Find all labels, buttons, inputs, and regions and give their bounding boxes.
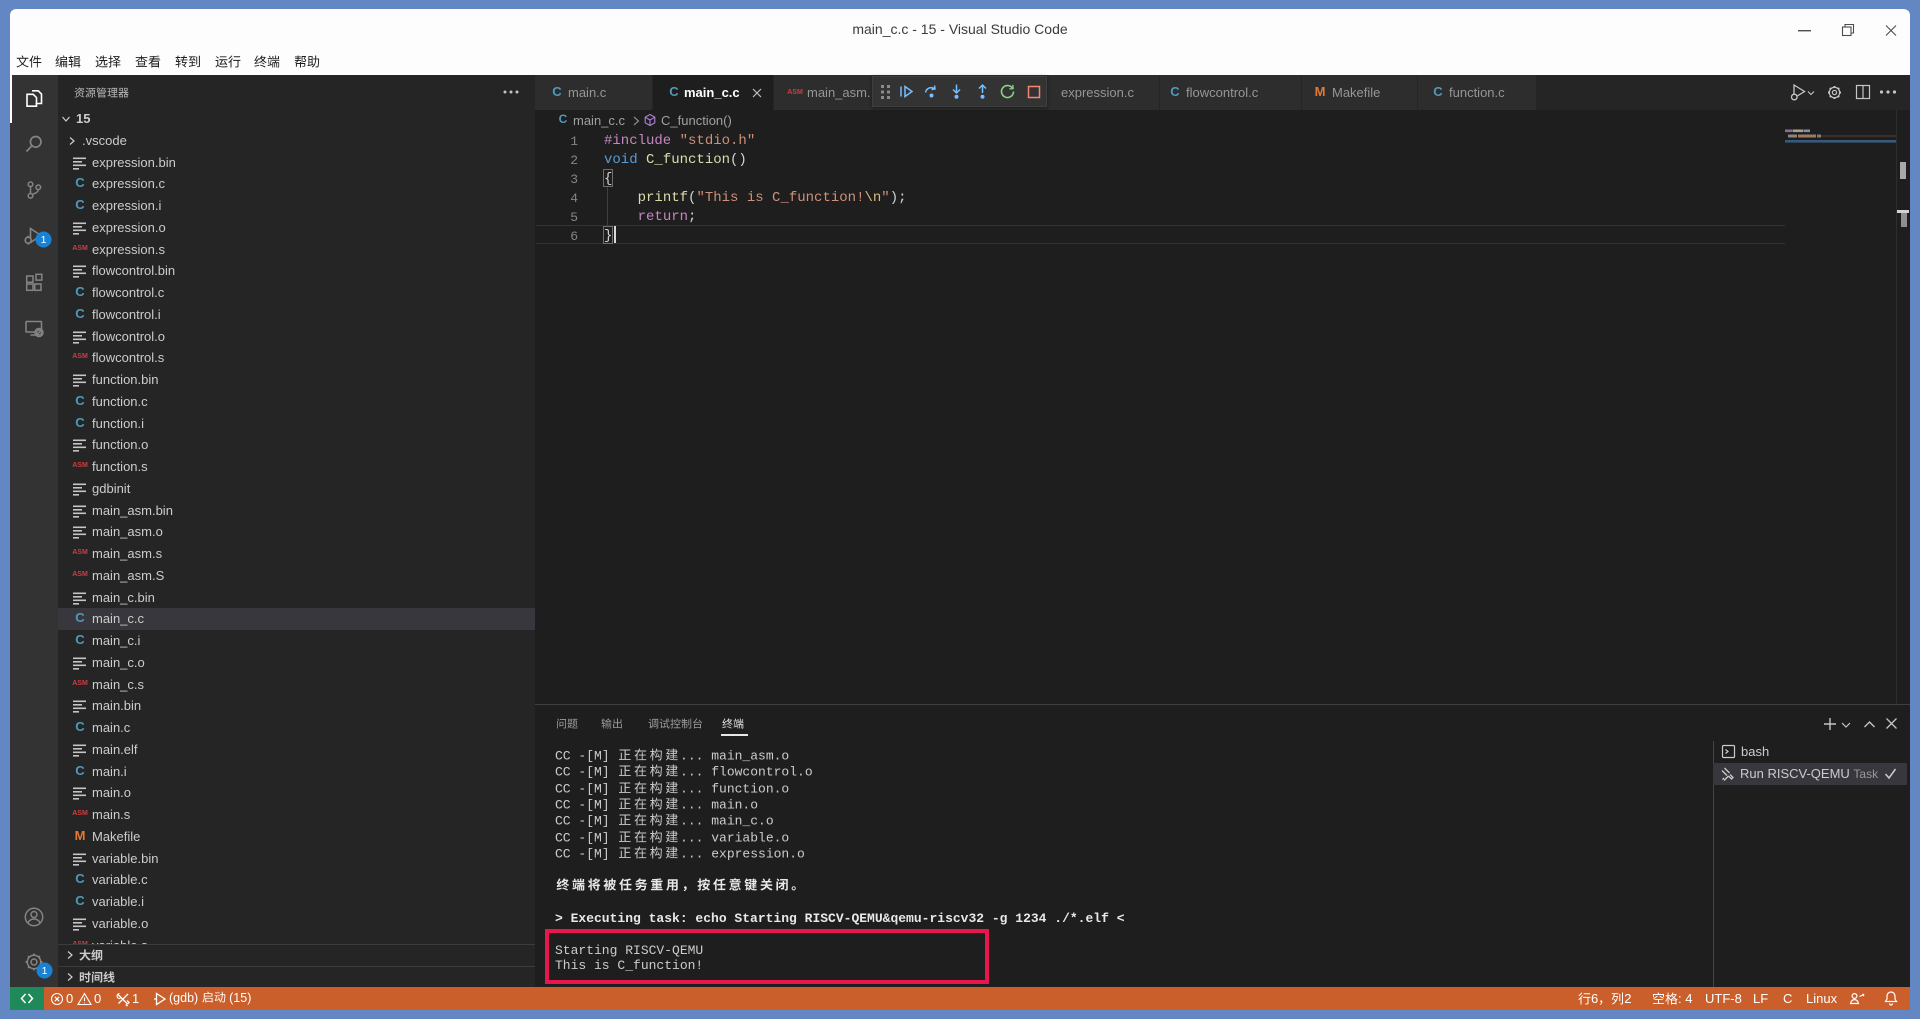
svg-text:1: 1	[41, 234, 47, 246]
svg-text:1: 1	[42, 965, 48, 977]
